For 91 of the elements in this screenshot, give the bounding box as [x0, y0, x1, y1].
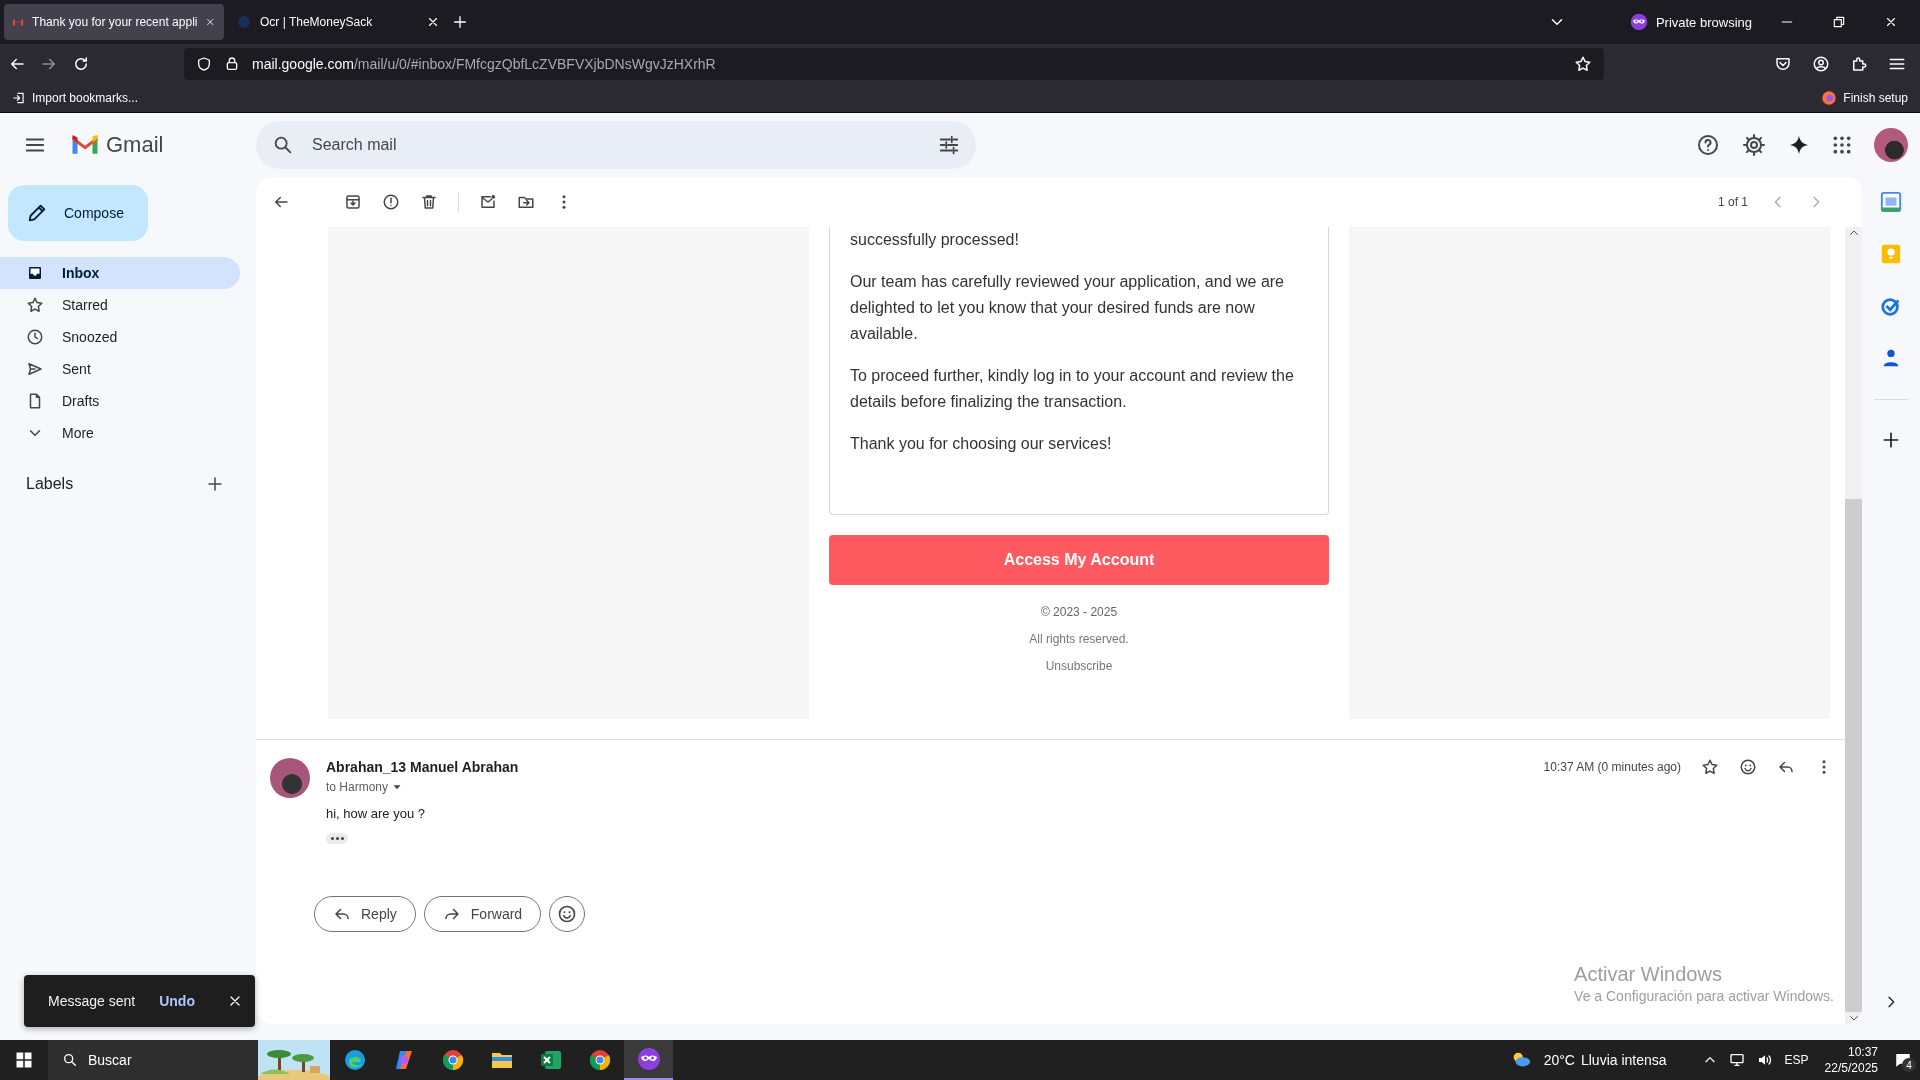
star-icon [26, 296, 44, 314]
reload-icon[interactable] [72, 55, 90, 73]
shield-icon[interactable] [196, 56, 212, 72]
close-icon[interactable] [1884, 15, 1898, 29]
pencil-icon [26, 202, 48, 224]
sender-avatar [270, 758, 310, 798]
restore-icon[interactable] [1832, 15, 1846, 29]
message-body: hi, how are you ? [326, 806, 426, 821]
bookmark-star-icon[interactable] [1574, 55, 1592, 73]
bookmark-link[interactable]: Import bookmarks... [32, 91, 139, 105]
private-mask-icon [1629, 13, 1648, 31]
tasks-icon[interactable] [1880, 295, 1902, 317]
edge-icon [342, 1048, 367, 1072]
chrome-icon [440, 1048, 465, 1072]
pocket-icon[interactable] [1774, 55, 1792, 73]
site-icon [236, 14, 252, 30]
footer-text: All rights reserved. [1029, 632, 1129, 646]
browser-tab[interactable]: Ocr | TheMoneySack [228, 4, 448, 40]
calendar-icon[interactable] [1880, 191, 1902, 213]
help-icon[interactable] [1696, 133, 1720, 157]
recipient-text: to Harmony [326, 780, 389, 794]
reply-button[interactable]: Reply [314, 896, 416, 932]
search-bar[interactable]: Search mail [256, 121, 976, 169]
firefox-icon [1821, 90, 1838, 106]
clock-icon [26, 328, 44, 346]
nav-item[interactable]: Drafts [0, 385, 240, 417]
private-browser-icon [636, 1047, 661, 1071]
emoji-icon [557, 904, 578, 924]
new-tab-icon[interactable] [452, 14, 468, 30]
nav-item[interactable]: Inbox [0, 257, 240, 289]
footer-text: © 2023 - 2025 [1040, 605, 1118, 619]
close-icon[interactable] [426, 15, 440, 29]
message-time: 10:37 AM (0 minutes ago) [1543, 760, 1681, 774]
nav-item[interactable]: Snoozed [0, 321, 240, 353]
nav-item[interactable]: More [0, 417, 240, 449]
email-paragraph: To proceed further, kindly log in to your account and review the details before finalizing the transaction. [850, 366, 1295, 412]
extensions-icon[interactable] [1850, 55, 1868, 73]
mark-unread-icon[interactable] [479, 193, 497, 211]
import-icon [12, 91, 26, 105]
add-addon-icon[interactable] [1881, 430, 1901, 450]
notification-count: 4 [1902, 1058, 1916, 1072]
temperature-text: 20°C [1543, 1052, 1575, 1068]
star-icon[interactable] [1701, 758, 1719, 776]
search-icon [62, 1052, 78, 1068]
snackbar-message: Message sent [48, 993, 136, 1009]
send-icon [26, 360, 44, 378]
email-paragraph: Our team has carefully reviewed your application, and we are delighted to let you know that your desired funds are now available. [850, 272, 1285, 344]
forward-button[interactable]: Forward [423, 896, 542, 932]
delete-icon[interactable] [420, 193, 438, 211]
search-field[interactable]: Search mail [310, 135, 922, 155]
network-icon[interactable] [1728, 1052, 1745, 1068]
undo-button[interactable]: Undo [159, 993, 195, 1009]
add-label-icon[interactable] [206, 475, 224, 493]
private-browsing-label: Private browsing [1655, 14, 1752, 30]
taskbar-app[interactable] [624, 1040, 673, 1080]
scrollbar[interactable] [1845, 227, 1862, 1024]
apps-icon[interactable] [1832, 135, 1852, 155]
lock-icon[interactable] [224, 56, 240, 72]
activation-title: Activar Windows [1574, 963, 1723, 986]
sender-name: Abrahan_13 Manuel Abrahan [326, 759, 519, 775]
gmail-wordmark: Gmail [106, 132, 164, 158]
address-bar[interactable]: mail.google.com/mail/u/0/#inbox/FMfcgzQbfLcZVBFVXjbDNsWgvJzHXrhR [184, 48, 1604, 80]
compose-button[interactable]: Compose [8, 185, 148, 241]
nav-item[interactable]: Starred [0, 289, 240, 321]
email-paragraph: successfully processed! [850, 230, 1020, 250]
nav-item[interactable]: Sent [0, 353, 240, 385]
clock[interactable]: 10:37 22/5/2025 [1824, 1044, 1878, 1076]
language-indicator[interactable]: ESP [1784, 1053, 1809, 1067]
activation-text: Ve a Configuración para activar Windows. [1574, 988, 1834, 1004]
archive-icon[interactable] [344, 193, 362, 211]
chrome-icon [587, 1048, 612, 1072]
inbox-icon [26, 264, 44, 282]
taskbar-search[interactable]: Buscar [48, 1040, 330, 1080]
email-paragraph: Thank you for choosing our services! [850, 434, 1113, 454]
labels-heading: Labels [26, 475, 74, 493]
address-text: mail.google.com/mail/u/0/#inbox/FMfcgzQbfLcZVBFVXjbDNsWgvJzHXrhR [252, 56, 716, 72]
settings-icon[interactable] [1742, 133, 1766, 157]
show-trimmed-button[interactable] [326, 833, 348, 844]
search-options-icon[interactable] [938, 134, 960, 156]
account-icon[interactable] [1812, 55, 1830, 73]
unsubscribe-link[interactable]: Unsubscribe [1045, 659, 1113, 673]
pager-count: 1 of 1 [1717, 195, 1748, 209]
windows-start-icon[interactable] [15, 1051, 33, 1069]
emoji-icon[interactable] [1739, 758, 1757, 776]
report-spam-icon[interactable] [382, 193, 400, 211]
account-avatar[interactable] [1874, 128, 1908, 162]
weather-text: Lluvia intensa [1580, 1052, 1667, 1068]
spreadsheet-icon [538, 1048, 563, 1072]
browser-tab[interactable]: Thank you for your recent appli [4, 4, 224, 40]
finish-setup-link[interactable]: Finish setup [1843, 91, 1908, 105]
search-icon[interactable] [272, 134, 294, 156]
